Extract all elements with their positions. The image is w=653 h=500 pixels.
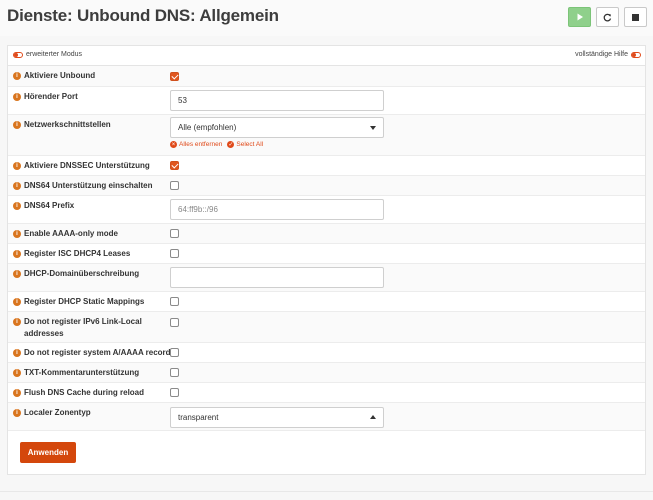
interfaces-select[interactable]: Alle (empfohlen) xyxy=(170,117,384,138)
register-static-checkbox[interactable] xyxy=(170,297,179,306)
flush-cache-label: Flush DNS Cache during reload xyxy=(24,388,145,397)
full-help-toggle[interactable]: vollständige Hilfe xyxy=(575,51,641,58)
settings-panel: erweiterter Modus vollständige Hilfe i A… xyxy=(7,45,646,475)
row-register-static: i Register DHCP Static Mappings xyxy=(8,292,645,312)
row-dhcp-domain-override: i DHCP-Domainüberschreibung xyxy=(8,264,645,292)
page-header: Dienste: Unbound DNS: Allgemein xyxy=(0,0,653,36)
no-ipv6-linklocal-checkbox[interactable] xyxy=(170,318,179,327)
info-icon[interactable]: i xyxy=(13,298,21,306)
stop-icon xyxy=(632,13,639,21)
row-enable-unbound: i Aktiviere Unbound xyxy=(8,66,645,87)
local-zone-type-select[interactable]: transparent xyxy=(170,407,384,428)
page-title: Dienste: Unbound DNS: Allgemein xyxy=(7,6,279,25)
clear-all-label: Alles entfernen xyxy=(179,141,223,148)
row-no-system-records: i Do not register system A/AAAA records xyxy=(8,343,645,363)
aaaa-only-label: Enable AAAA-only mode xyxy=(24,229,118,238)
refresh-icon xyxy=(603,13,612,21)
info-icon[interactable]: i xyxy=(13,270,21,278)
enable-unbound-label: Aktiviere Unbound xyxy=(24,71,96,80)
row-aaaa-only: i Enable AAAA-only mode xyxy=(8,224,645,244)
row-listen-port: i Hörender Port 53 xyxy=(8,87,645,115)
row-flush-cache: i Flush DNS Cache during reload xyxy=(8,383,645,403)
info-icon[interactable]: i xyxy=(13,318,21,326)
select-all-label: Select All xyxy=(236,141,264,148)
dns64-checkbox[interactable] xyxy=(170,181,179,190)
dnssec-checkbox[interactable] xyxy=(170,161,179,170)
clear-all-link[interactable]: × Alles entfernen xyxy=(170,141,222,148)
listen-port-input[interactable]: 53 xyxy=(170,90,384,111)
info-icon[interactable]: i xyxy=(13,121,21,129)
enable-unbound-checkbox[interactable] xyxy=(170,72,179,81)
info-icon[interactable]: i xyxy=(13,93,21,101)
dns64-prefix-input[interactable]: 64:ff9b::/96 xyxy=(170,199,384,220)
chevron-down-icon xyxy=(370,126,376,130)
info-icon[interactable]: i xyxy=(13,202,21,210)
info-icon[interactable]: i xyxy=(13,389,21,397)
register-static-label: Register DHCP Static Mappings xyxy=(24,297,145,306)
dhcp-domain-override-label: DHCP-Domainüberschreibung xyxy=(24,269,140,278)
dhcp-domain-override-input[interactable] xyxy=(170,267,384,288)
row-register-dhcp4: i Register ISC DHCP4 Leases xyxy=(8,244,645,264)
local-zone-type-label: Localer Zonentyp xyxy=(24,408,91,417)
row-dns64-prefix: i DNS64 Prefix 64:ff9b::/96 xyxy=(8,196,645,224)
row-dnssec: i Aktiviere DNSSEC Unterstützung xyxy=(8,156,645,176)
apply-button[interactable]: Anwenden xyxy=(20,442,76,463)
info-icon[interactable]: i xyxy=(13,230,21,238)
row-txt-support: i TXT-Kommentarunterstützung xyxy=(8,363,645,383)
txt-support-checkbox[interactable] xyxy=(170,368,179,377)
listen-port-label: Hörender Port xyxy=(24,92,78,101)
no-system-records-checkbox[interactable] xyxy=(170,348,179,357)
no-ipv6-linklocal-label-line2: addresses xyxy=(24,329,64,338)
interfaces-actions: × Alles entfernen ✓ Select All xyxy=(170,141,263,148)
select-all-link[interactable]: ✓ Select All xyxy=(227,141,263,148)
info-icon[interactable]: i xyxy=(13,409,21,417)
x-circle-icon: × xyxy=(170,141,177,148)
advanced-mode-label: erweiterter Modus xyxy=(26,51,83,58)
panel-toolbar: erweiterter Modus vollständige Hilfe xyxy=(8,46,645,66)
info-icon[interactable]: i xyxy=(13,72,21,80)
chevron-up-icon xyxy=(370,415,376,419)
txt-support-label: TXT-Kommentarunterstützung xyxy=(24,368,140,377)
no-ipv6-linklocal-label-line1: Do not register IPv6 Link-Local xyxy=(24,317,142,326)
row-local-zone-type: i Localer Zonentyp transparent xyxy=(8,403,645,431)
row-dns64: i DNS64 Unterstützung einschalten xyxy=(8,176,645,196)
full-help-label: vollständige Hilfe xyxy=(575,51,628,58)
no-ipv6-linklocal-label: Do not register IPv6 Link-Local addresse… xyxy=(24,316,142,340)
interfaces-label: Netzwerkschnittstellen xyxy=(24,120,111,129)
advanced-mode-toggle[interactable]: erweiterter Modus xyxy=(13,51,82,58)
toggle-off-icon xyxy=(13,51,23,58)
dns64-label: DNS64 Unterstützung einschalten xyxy=(24,181,153,190)
info-icon[interactable]: i xyxy=(13,349,21,357)
play-icon xyxy=(577,13,583,21)
row-interfaces: i Netzwerkschnittstellen Alle (empfohlen… xyxy=(8,115,645,156)
dns64-prefix-label: DNS64 Prefix xyxy=(24,201,75,210)
footer-divider xyxy=(0,491,653,492)
check-circle-icon: ✓ xyxy=(227,141,235,148)
start-service-button[interactable] xyxy=(568,7,591,27)
info-icon[interactable]: i xyxy=(13,182,21,190)
register-dhcp4-label: Register ISC DHCP4 Leases xyxy=(24,249,131,258)
dnssec-label: Aktiviere DNSSEC Unterstützung xyxy=(24,161,150,170)
aaaa-only-checkbox[interactable] xyxy=(170,229,179,238)
info-icon[interactable]: i xyxy=(13,250,21,258)
flush-cache-checkbox[interactable] xyxy=(170,388,179,397)
info-icon[interactable]: i xyxy=(13,369,21,377)
toggle-off-icon xyxy=(631,51,641,58)
register-dhcp4-checkbox[interactable] xyxy=(170,249,179,258)
info-icon[interactable]: i xyxy=(13,162,21,170)
stop-service-button[interactable] xyxy=(624,7,647,27)
local-zone-type-value: transparent xyxy=(178,413,219,422)
restart-service-button[interactable] xyxy=(596,7,619,27)
service-controls xyxy=(568,7,647,27)
interfaces-select-value: Alle (empfohlen) xyxy=(178,123,237,132)
no-system-records-label: Do not register system A/AAAA records xyxy=(24,348,175,357)
row-no-ipv6-linklocal: i Do not register IPv6 Link-Local addres… xyxy=(8,312,645,343)
